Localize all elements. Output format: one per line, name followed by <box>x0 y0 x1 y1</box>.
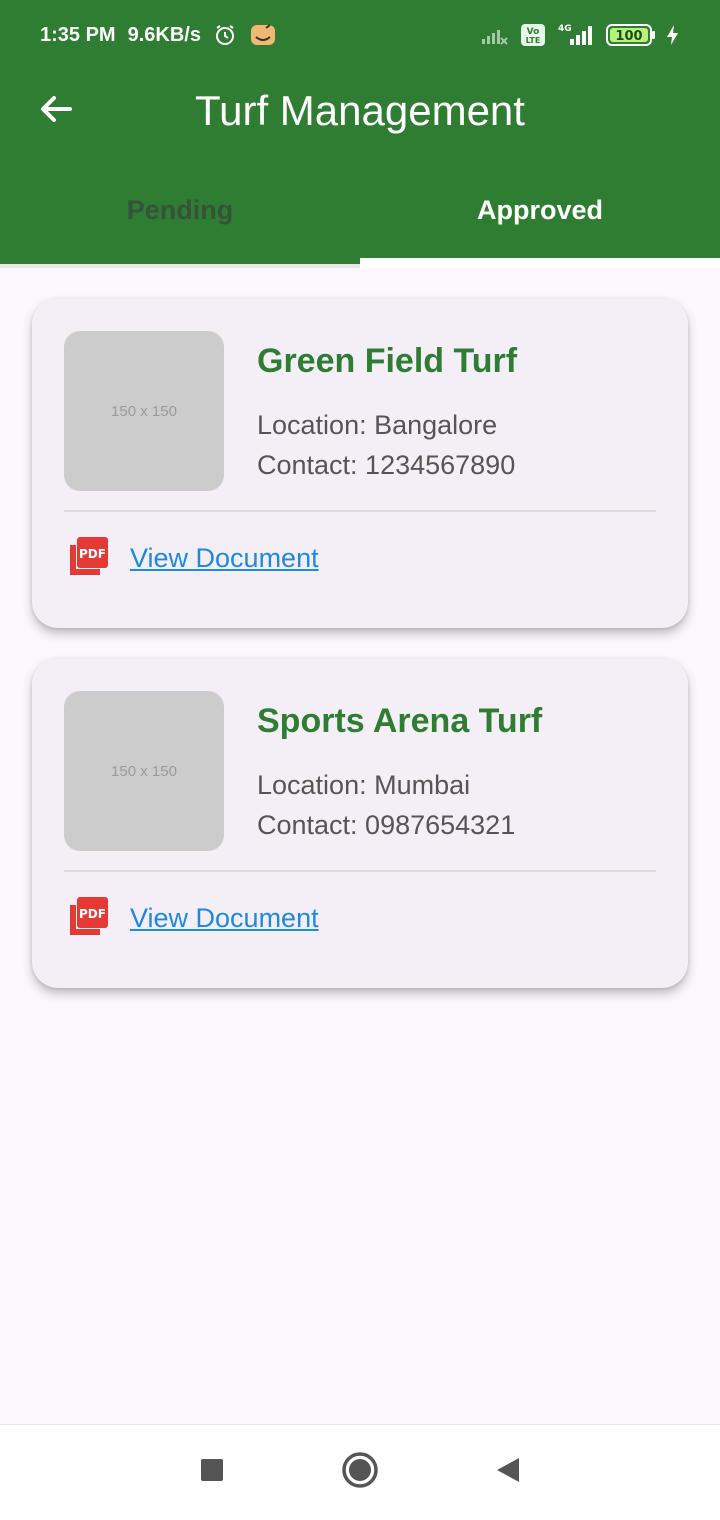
turf-contact: Contact: 1234567890 <box>257 450 516 480</box>
signal-icon <box>480 24 510 46</box>
turf-name: Sports Arena Turf <box>257 702 543 740</box>
nav-back-button[interactable] <box>484 1449 532 1497</box>
status-bar: 1:35 PM 9.6KB/s Vo LTE 4G 100 <box>0 0 720 70</box>
view-document-link[interactable]: View Document <box>130 543 319 574</box>
home-circle-icon <box>341 1451 379 1494</box>
volte-icon: Vo LTE <box>520 23 546 47</box>
status-time: 1:35 PM <box>40 23 116 46</box>
status-left: 1:35 PM 9.6KB/s <box>40 22 277 48</box>
document-row: PDF View Document <box>68 535 319 582</box>
pdf-icon: PDF <box>68 535 110 582</box>
turf-info: Sports Arena Turf Location: Mumbai Conta… <box>257 702 542 845</box>
app-bar: Turf Management <box>0 70 720 152</box>
tab-bar: Pending Approved <box>0 152 720 268</box>
turf-location: Location: Mumbai <box>257 770 471 800</box>
svg-text:PDF: PDF <box>79 547 106 561</box>
tab-approved-indicator <box>360 258 720 268</box>
turf-card: 150 x 150 Green Field Turf Location: Ban… <box>32 298 688 628</box>
battery-icon: 100 <box>606 23 656 47</box>
recents-button[interactable] <box>188 1449 236 1497</box>
app-notification-icon <box>249 22 277 48</box>
pdf-icon: PDF <box>68 895 110 942</box>
tab-pending-indicator <box>0 264 360 268</box>
turf-location: Location: Bangalore <box>257 410 498 440</box>
back-triangle-icon <box>495 1456 521 1489</box>
tab-approved[interactable]: Approved <box>360 152 720 268</box>
status-speed: 9.6KB/s <box>127 23 201 46</box>
alarm-icon <box>213 23 237 47</box>
status-right: Vo LTE 4G 100 <box>480 22 680 48</box>
svg-text:PDF: PDF <box>79 907 106 921</box>
charging-icon <box>666 24 680 46</box>
image-placeholder-label: 150 x 150 <box>111 762 177 780</box>
card-divider <box>64 510 656 512</box>
turf-info: Green Field Turf Location: Bangalore Con… <box>257 342 517 485</box>
system-nav-bar <box>0 1424 720 1520</box>
turf-name: Green Field Turf <box>257 342 518 380</box>
network-4g-label: 4G <box>558 24 572 34</box>
view-document-link[interactable]: View Document <box>130 903 319 934</box>
tab-pending-label: Pending <box>126 194 234 225</box>
tab-pending[interactable]: Pending <box>0 152 360 268</box>
signal-4g-icon: 4G <box>556 22 596 48</box>
card-divider <box>64 870 656 872</box>
back-arrow-icon <box>38 91 74 132</box>
image-placeholder-label: 150 x 150 <box>111 402 177 420</box>
tab-approved-label: Approved <box>476 194 603 225</box>
turf-image: 150 x 150 <box>64 691 224 851</box>
turf-contact: Contact: 0987654321 <box>257 810 516 840</box>
recents-square-icon <box>200 1458 224 1487</box>
back-button[interactable] <box>0 70 112 152</box>
battery-level: 100 <box>615 29 642 44</box>
svg-text:LTE: LTE <box>526 36 541 45</box>
home-button[interactable] <box>336 1449 384 1497</box>
document-row: PDF View Document <box>68 895 319 942</box>
turf-image: 150 x 150 <box>64 331 224 491</box>
turf-card: 150 x 150 Sports Arena Turf Location: Mu… <box>32 658 688 988</box>
